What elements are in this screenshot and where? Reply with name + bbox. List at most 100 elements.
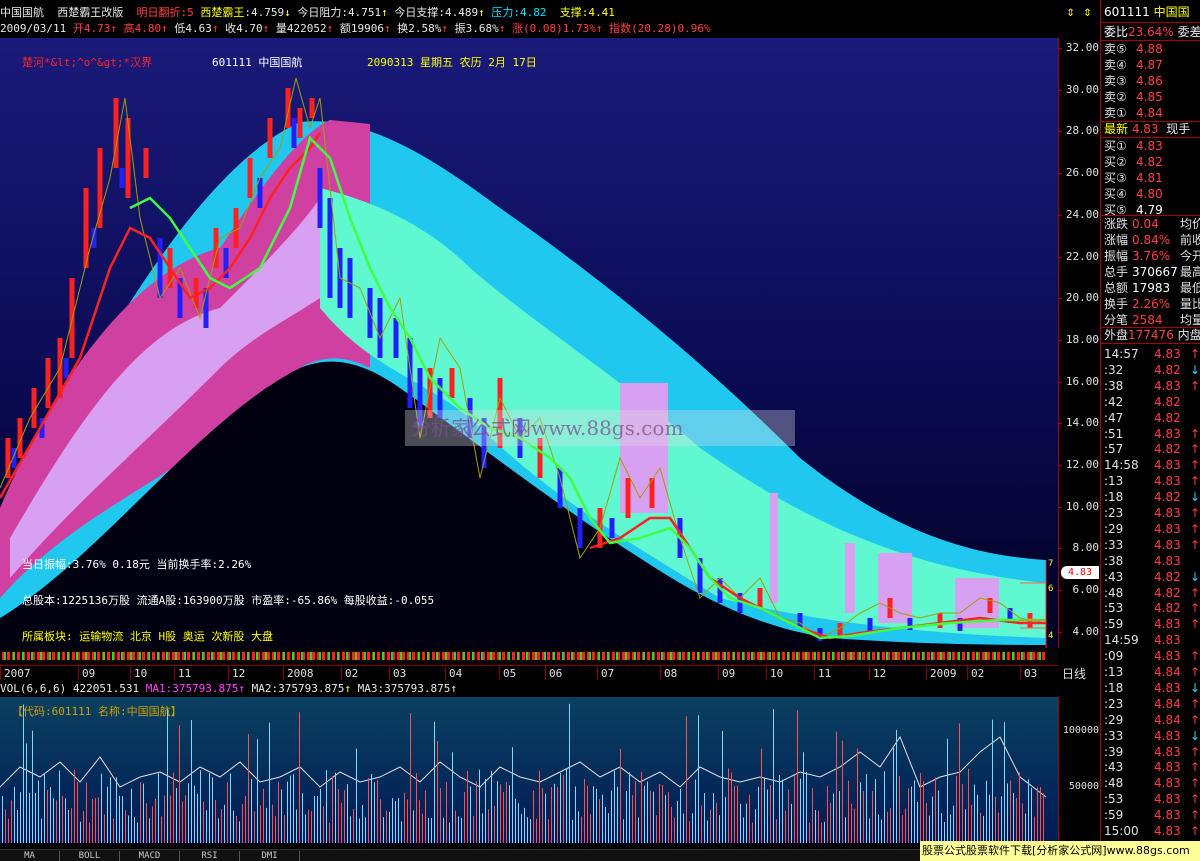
volume-bar [398,798,399,843]
volume-bar [515,798,516,843]
price-axis-tick [1059,48,1062,49]
time-axis-label: 10 [134,667,148,680]
tick-row: :43 4.82 ↓ [1104,569,1200,585]
ask-price: 4.85 [1136,90,1163,104]
volume-bar [167,708,168,843]
volume-bar [194,785,195,843]
volume-bar [476,781,477,843]
time-axis-tick [445,666,446,680]
indicator-tab-dmi[interactable]: DMI [240,851,300,861]
volume-bar [374,782,375,843]
volume-bar [863,791,864,843]
volume-bar [329,822,330,843]
tick-time: :43 [1104,760,1124,775]
volume-bar [482,813,483,843]
volume-bar [386,810,387,843]
price-chart[interactable]: 7 6 4 楚河*&lt;^o^&gt;*汉界 601111 中国国航 2090… [0,38,1058,648]
tick-time: :53 [1104,792,1124,807]
tick-arrow-icon: ↑ [1190,378,1200,393]
volume-bar [221,809,222,843]
tick-row: :23 4.84 ↑ [1104,696,1200,712]
ask-price: 4.88 [1136,42,1163,56]
volume-bar [653,791,654,843]
volume-bar [326,770,327,843]
time-axis-label: 03 [393,667,407,680]
tick-price: 4.83 [1154,744,1181,759]
volume-bar [284,815,285,843]
tick-row: :42 4.82 [1104,394,1190,410]
volume-bar [791,803,792,843]
volume-chart[interactable]: 【代码:601111 名称:中国国航】 [0,697,1058,843]
indicator-tab-rsi[interactable]: RSI [180,851,240,861]
volume-bar [161,816,162,843]
price-axis-tick [1059,340,1062,341]
bid-price: 4.80 [1136,187,1163,201]
volume-bar [344,790,345,843]
stat-value: 370667 [1132,265,1178,279]
volume-bar [923,781,924,843]
volume-bar [689,821,690,843]
volume-bar [122,796,123,843]
volume-bar [446,781,447,843]
time-axis-label: 09 [722,667,736,680]
volume-bar [959,723,960,843]
bar-amplitude: 振3.68% [454,22,499,35]
time-axis-label: 2007 [4,667,31,680]
volume-bar [575,786,576,843]
order-diff-label: 委差 [1177,25,1200,39]
support-label: 支撑 [559,6,582,19]
tick-row: :51 4.83 ↑ [1104,426,1200,442]
bar-change: 涨(0.08)1.73% [511,22,596,35]
volume-bar [266,807,267,843]
volume-bar [245,795,246,843]
time-axis-tick [0,666,1,680]
volume-bar [371,774,372,843]
pressure-label: 压力 [491,6,514,19]
volume-bar [980,812,981,843]
indicator-tab-ma[interactable]: MA [0,851,60,861]
tick-time: :23 [1104,696,1124,711]
volume-bar [911,786,912,843]
volume-bar [188,783,189,843]
tick-time: :29 [1104,712,1124,727]
volume-bar [98,797,99,843]
volume-bar [875,778,876,843]
volume-bar [428,817,429,843]
volume-bar [563,774,564,843]
time-axis-label: 04 [449,667,463,680]
volume-bar [845,817,846,843]
volume-bar [95,797,96,843]
price-axis-label: 8.00 [1072,541,1100,554]
ask-label: 卖⑤ [1104,42,1127,56]
volume-bar [710,809,711,843]
indicator-tab-boll[interactable]: BOLL [60,851,120,861]
volume-bar [365,817,366,843]
period-label[interactable]: 日线 [1062,665,1100,681]
volume-bar [716,802,717,843]
footer-banner[interactable]: 股票公式股票软件下载[分析家公式网]www.88gs.com [920,841,1200,861]
volume-bar [56,800,57,843]
volume-bar [569,703,570,843]
ask-label: 卖① [1104,106,1127,120]
indicator-tab-macd[interactable]: MACD [120,851,180,861]
lilac-patch [878,553,912,623]
volume-bar [437,740,438,843]
volume-bar [137,822,138,843]
tick-row: 15:00 4.83 ↑ [1104,823,1200,839]
bar-turnover: 换2.58% [397,22,442,35]
time-axis-label: 09 [82,667,96,680]
volume-bar [11,800,12,843]
stat-value: 0.84% [1132,233,1171,247]
volume-bar [248,733,249,843]
volume-bar [239,821,240,843]
volume-bar [839,791,840,843]
bar-open: 开4.73 [72,22,111,35]
time-axis-label: 2008 [287,667,314,680]
sector-line: 所属板块: 运输物流 北京 H股 奥运 次新股 大盘 [22,630,273,643]
scroll-arrows-icon[interactable]: ⇕ ⇕ [1058,4,1100,20]
volume-bar [992,719,993,843]
tick-price: 4.83 [1154,649,1181,664]
tick-price: 4.82 [1154,362,1181,377]
volume-bar [983,815,984,843]
volume-bar [83,811,84,843]
